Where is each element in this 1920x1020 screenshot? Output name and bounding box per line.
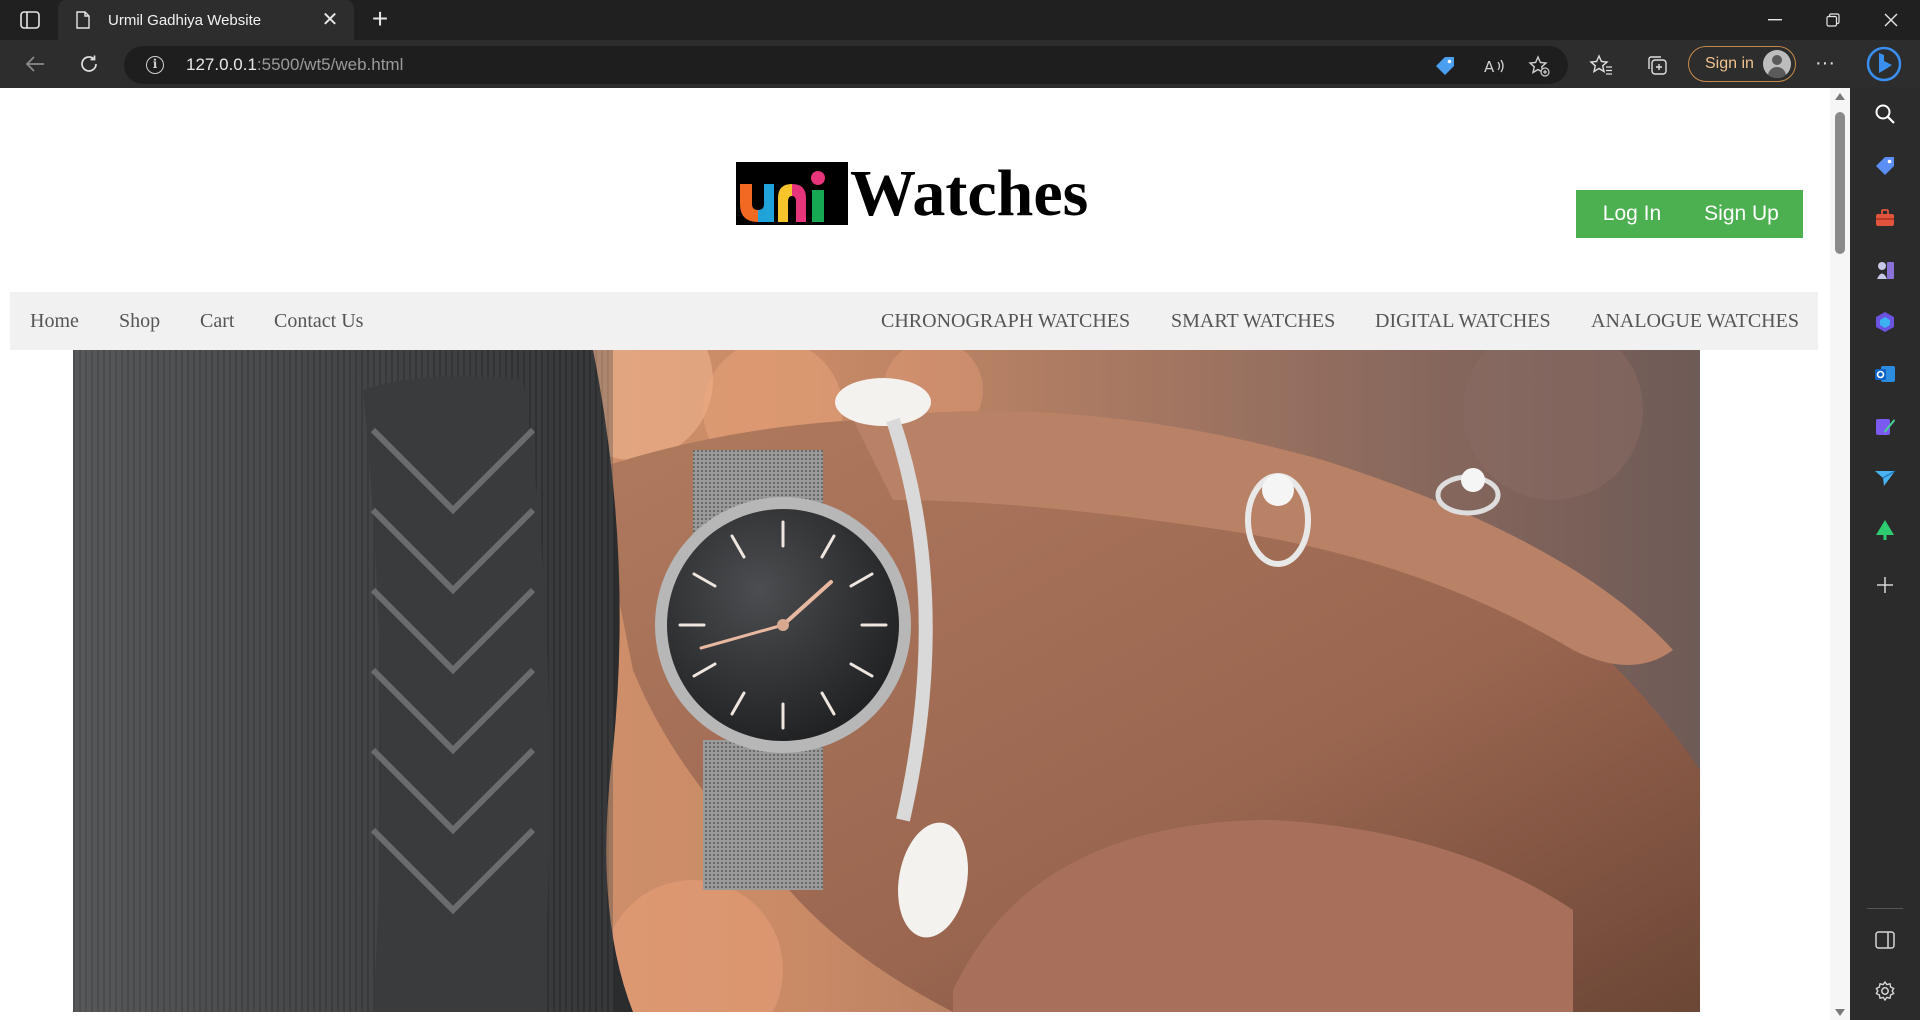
tree-icon[interactable] bbox=[1872, 517, 1898, 543]
more-icon[interactable]: ··· bbox=[1810, 50, 1840, 80]
sidebar-toggle-icon[interactable] bbox=[1872, 927, 1898, 953]
svg-text:A: A bbox=[1484, 58, 1495, 75]
tag-icon[interactable] bbox=[1434, 55, 1456, 77]
signin-label: Sign in bbox=[1705, 55, 1754, 72]
nav-digital-link[interactable]: DIGITAL WATCHES bbox=[1375, 292, 1551, 350]
nav-smart-link[interactable]: SMART WATCHES bbox=[1171, 292, 1335, 350]
uni-logo-badge bbox=[736, 162, 848, 225]
logo-wordmark: Watches bbox=[850, 157, 1089, 230]
designer-icon[interactable] bbox=[1872, 413, 1898, 439]
collections-icon[interactable] bbox=[1644, 52, 1670, 78]
hero-banner-image bbox=[73, 350, 1700, 1012]
add-favorite-icon[interactable] bbox=[1528, 55, 1550, 77]
scroll-up-icon[interactable] bbox=[1835, 93, 1845, 100]
search-icon[interactable] bbox=[1872, 101, 1898, 127]
send-icon[interactable] bbox=[1872, 465, 1898, 491]
nav-chronograph-link[interactable]: CHRONOGRAPH WATCHES bbox=[881, 292, 1130, 350]
nav-analogue-link[interactable]: ANALOGUE WATCHES bbox=[1591, 292, 1799, 350]
add-icon[interactable] bbox=[1872, 572, 1898, 598]
address-bar[interactable]: i 127.0.0.1:5500/wt5/web.html A bbox=[124, 46, 1568, 84]
refresh-icon[interactable] bbox=[72, 48, 106, 80]
profile-signin-button[interactable]: Sign in bbox=[1688, 46, 1796, 82]
minimize-icon[interactable] bbox=[1748, 0, 1802, 40]
site-header: Watches Log In Sign Up bbox=[0, 88, 1830, 292]
login-button[interactable]: Log In bbox=[1576, 190, 1680, 238]
tab-title: Urmil Gadhiya Website bbox=[108, 11, 262, 29]
tools-icon[interactable] bbox=[1872, 205, 1898, 231]
avatar-icon bbox=[1763, 50, 1791, 78]
restore-icon[interactable] bbox=[1806, 0, 1860, 40]
nav-shop-link[interactable]: Shop bbox=[119, 292, 160, 350]
office-icon[interactable] bbox=[1872, 309, 1898, 335]
site-info-icon[interactable]: i bbox=[146, 56, 164, 74]
read-aloud-icon[interactable]: A bbox=[1484, 55, 1506, 77]
edge-sidebar bbox=[1850, 88, 1920, 1020]
nav-cart-link[interactable]: Cart bbox=[200, 292, 234, 350]
tab-strip: Urmil Gadhiya Website ✕ + bbox=[0, 0, 1920, 40]
tab-actions-icon[interactable] bbox=[14, 8, 46, 32]
sidebar-divider bbox=[1867, 908, 1903, 909]
outlook-icon[interactable] bbox=[1872, 361, 1898, 387]
close-window-icon[interactable] bbox=[1864, 0, 1918, 40]
signup-button[interactable]: Sign Up bbox=[1680, 190, 1803, 238]
browser-toolbar: i 127.0.0.1:5500/wt5/web.html A Sign in … bbox=[0, 40, 1920, 88]
games-icon[interactable] bbox=[1872, 257, 1898, 283]
url-text[interactable]: 127.0.0.1:5500/wt5/web.html bbox=[186, 55, 403, 75]
close-tab-icon[interactable]: ✕ bbox=[318, 8, 342, 32]
page-viewport: Watches Log In Sign Up Home Shop Cart Co… bbox=[0, 88, 1850, 1020]
scroll-down-icon[interactable] bbox=[1835, 1009, 1845, 1016]
copilot-icon[interactable] bbox=[1864, 42, 1904, 86]
new-tab-icon[interactable]: + bbox=[366, 5, 394, 34]
active-tab[interactable]: Urmil Gadhiya Website ✕ bbox=[58, 0, 354, 40]
settings-icon[interactable] bbox=[1872, 978, 1898, 1004]
nav-home-link[interactable]: Home bbox=[30, 292, 79, 350]
back-icon[interactable] bbox=[18, 48, 52, 80]
main-navbar: Home Shop Cart Contact Us CHRONOGRAPH WA… bbox=[10, 292, 1818, 350]
auth-buttons: Log In Sign Up bbox=[1576, 190, 1803, 238]
page-scrollbar[interactable] bbox=[1830, 88, 1850, 1020]
page-icon bbox=[76, 11, 92, 29]
nav-contact-link[interactable]: Contact Us bbox=[274, 292, 363, 350]
shopping-icon[interactable] bbox=[1872, 153, 1898, 179]
favorites-icon[interactable] bbox=[1588, 52, 1614, 78]
scrollbar-thumb[interactable] bbox=[1835, 112, 1845, 254]
site-logo[interactable]: Watches bbox=[736, 157, 1089, 230]
